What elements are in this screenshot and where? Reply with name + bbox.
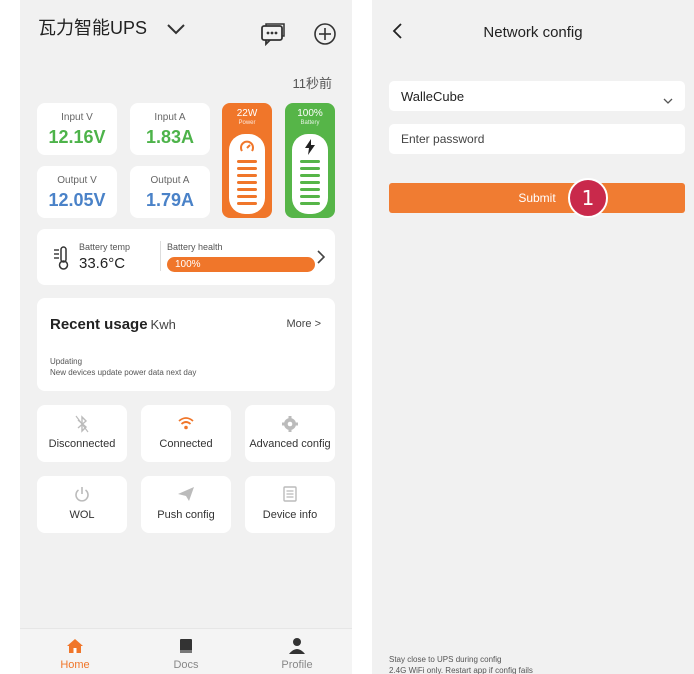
recent-usage-title: Recent usage Kwh: [50, 316, 176, 333]
power-bar: [237, 188, 257, 191]
person-icon: [242, 637, 352, 655]
battery-temp-value: 33.6°C: [79, 255, 126, 272]
chevron-down-icon[interactable]: [165, 22, 187, 41]
power-bar: [237, 202, 257, 205]
chevron-down-icon: [663, 92, 673, 110]
send-icon: [141, 486, 231, 504]
battery-health-value: 100%: [175, 259, 201, 270]
ups-home-screen: 瓦力智能UPS 11秒前 Input V 12.16V Input A 1.83…: [20, 0, 352, 674]
document-icon: [245, 486, 335, 504]
tile-push-config[interactable]: Push config: [141, 476, 231, 533]
tab-docs[interactable]: Docs: [131, 629, 241, 674]
power-label: Power: [238, 120, 256, 126]
password-input[interactable]: [401, 129, 671, 149]
tile-advanced-config[interactable]: Advanced config: [245, 405, 335, 462]
network-config-screen: Network config WalleCube Submit 1 Stay c…: [372, 0, 694, 674]
battery-bar: [300, 202, 320, 205]
device-title: 瓦力智能UPS: [38, 18, 148, 38]
recent-usage-card: Recent usage Kwh More > Updating New devi…: [37, 298, 335, 391]
battery-value: 100%: [297, 108, 323, 119]
last-updated-time: 11秒前: [292, 76, 333, 91]
tile-label: Disconnected: [48, 438, 116, 450]
thermometer-icon: [54, 246, 69, 270]
battery-bar: [300, 181, 320, 184]
output-voltage-card: Output V 12.05V: [37, 166, 117, 218]
book-icon: [131, 637, 241, 655]
more-link[interactable]: More >: [286, 318, 321, 330]
wifi-network-value: WalleCube: [401, 89, 465, 104]
output-current-card: Output A 1.79A: [130, 166, 210, 218]
battery-bar: [300, 174, 320, 177]
tab-home[interactable]: Home: [20, 629, 130, 674]
tab-label: Home: [60, 659, 90, 671]
gear-icon: [245, 415, 335, 433]
stat-value: 12.16V: [48, 127, 106, 147]
wifi-icon: [141, 415, 231, 433]
submit-label: Submit: [518, 191, 556, 205]
battery-bar: [300, 195, 320, 198]
battery-health-bar: 100%: [167, 257, 315, 272]
stat-value: 1.79A: [145, 190, 195, 210]
power-bar: [237, 181, 257, 184]
battery-bar: [300, 188, 320, 191]
tile-wifi[interactable]: Connected: [141, 405, 231, 462]
stat-label: Input A: [154, 112, 186, 123]
stat-label: Output A: [150, 175, 190, 186]
stat-value: 12.05V: [48, 190, 106, 210]
tab-profile[interactable]: Profile: [242, 629, 352, 674]
battery-health-label: Battery health: [167, 242, 223, 252]
tile-bluetooth[interactable]: Disconnected: [37, 405, 127, 462]
battery-temp-label: Battery temp: [79, 242, 131, 252]
power-bar: [237, 195, 257, 198]
battery-info-row[interactable]: Battery temp 33.6°C Battery health 100%: [37, 229, 335, 285]
tile-label: Device info: [262, 509, 318, 521]
step-badge: 1: [568, 178, 608, 218]
usage-note: New devices update power data next day: [50, 368, 197, 377]
gauge-icon: [240, 140, 254, 152]
tile-label: Advanced config: [249, 438, 331, 450]
power-icon: [37, 486, 127, 504]
power-gauge: 22W Power: [222, 103, 272, 218]
power-value: 22W: [236, 108, 258, 119]
lightning-icon: [305, 139, 315, 155]
chat-icon[interactable]: [260, 22, 286, 51]
tab-label: Docs: [173, 659, 199, 671]
divider: [160, 241, 161, 271]
tile-label: WOL: [69, 509, 95, 521]
usage-unit: Kwh: [150, 317, 176, 332]
stat-label: Input V: [61, 112, 93, 123]
battery-label: Battery: [300, 120, 320, 126]
stat-label: Output V: [57, 175, 97, 186]
submit-button[interactable]: Submit: [389, 183, 685, 213]
home-icon: [20, 637, 130, 655]
bottom-tab-bar: Home Docs Profile: [20, 628, 352, 674]
power-bar: [237, 160, 257, 163]
input-voltage-card: Input V 12.16V: [37, 103, 117, 155]
hint-text: Stay close to UPS during config: [389, 655, 502, 664]
hint-text: 2.4G WiFi only. Restart app if config fa…: [389, 666, 533, 674]
battery-meter: [292, 134, 328, 214]
power-bar: [237, 174, 257, 177]
chevron-right-icon: [317, 250, 325, 264]
power-bar: [237, 167, 257, 170]
tile-wol[interactable]: WOL: [37, 476, 127, 533]
password-field[interactable]: [389, 124, 685, 154]
power-meter: [229, 134, 265, 214]
tile-label: Connected: [159, 438, 213, 450]
input-current-card: Input A 1.83A: [130, 103, 210, 155]
tile-device-info[interactable]: Device info: [245, 476, 335, 533]
wifi-network-select[interactable]: WalleCube: [389, 81, 685, 111]
usage-status: Updating: [50, 357, 83, 366]
bluetooth-off-icon: [37, 415, 127, 433]
stat-value: 1.83A: [145, 127, 195, 147]
tile-label: Push config: [157, 509, 215, 521]
tab-label: Profile: [281, 659, 313, 671]
page-title: Network config: [483, 24, 583, 41]
battery-bar: [300, 167, 320, 170]
battery-gauge: 100% Battery: [285, 103, 335, 218]
plus-circle-icon[interactable]: [313, 22, 337, 51]
battery-bar: [300, 160, 320, 163]
